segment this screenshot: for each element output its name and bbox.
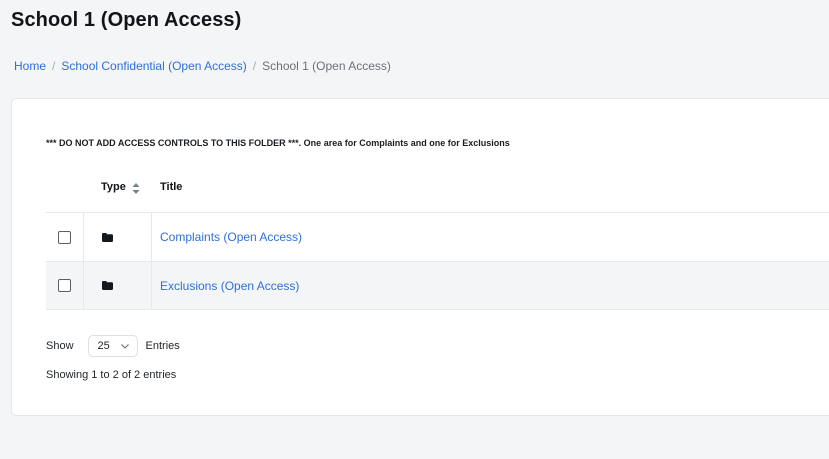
breadcrumb-school-confidential[interactable]: School Confidential (Open Access)	[61, 59, 246, 73]
table-row: Complaints (Open Access)	[46, 212, 829, 261]
show-label: Show	[46, 340, 74, 352]
entries-label: Entries	[145, 340, 180, 352]
row-type-cell	[83, 262, 151, 309]
row-checkbox[interactable]	[58, 230, 71, 244]
breadcrumb-home[interactable]: Home	[14, 59, 46, 73]
table-header: Type Title	[46, 162, 829, 212]
page-title: School 1 (Open Access)	[11, 9, 242, 31]
breadcrumb-current: School 1 (Open Access)	[262, 59, 391, 73]
page-size-control: Show 25 Entries	[46, 335, 180, 357]
row-select-cell	[46, 262, 83, 309]
folder-table: Type Title Complaints (Open Access) Excl…	[46, 162, 829, 310]
row-select-cell	[46, 213, 83, 261]
table-row: Exclusions (Open Access)	[46, 261, 829, 310]
column-header-title-label: Title	[160, 181, 183, 193]
breadcrumb: Home / School Confidential (Open Access)…	[14, 59, 391, 73]
column-header-title[interactable]: Title	[151, 162, 829, 212]
pagination-info: Showing 1 to 2 of 2 entries	[46, 369, 177, 381]
page-size-value: 25	[97, 340, 110, 352]
folder-icon	[102, 232, 113, 242]
row-checkbox[interactable]	[58, 279, 71, 292]
page-size-select[interactable]: 25	[87, 335, 138, 357]
sort-icon[interactable]	[132, 182, 140, 194]
breadcrumb-separator: /	[52, 59, 56, 73]
folder-notice: *** DO NOT ADD ACCESS CONTROLS TO THIS F…	[46, 138, 510, 148]
folder-link-complaints[interactable]: Complaints (Open Access)	[160, 230, 302, 244]
breadcrumb-separator: /	[252, 59, 257, 73]
folder-content-card: *** DO NOT ADD ACCESS CONTROLS TO THIS F…	[11, 98, 829, 416]
chevron-down-icon	[120, 343, 129, 349]
folder-icon	[102, 281, 113, 290]
row-type-cell	[83, 213, 151, 261]
row-title-cell: Exclusions (Open Access)	[151, 262, 829, 309]
folder-link-exclusions[interactable]: Exclusions (Open Access)	[160, 279, 299, 293]
row-title-cell: Complaints (Open Access)	[151, 213, 829, 261]
column-header-type[interactable]: Type	[46, 162, 151, 212]
column-header-type-label: Type	[101, 181, 126, 193]
